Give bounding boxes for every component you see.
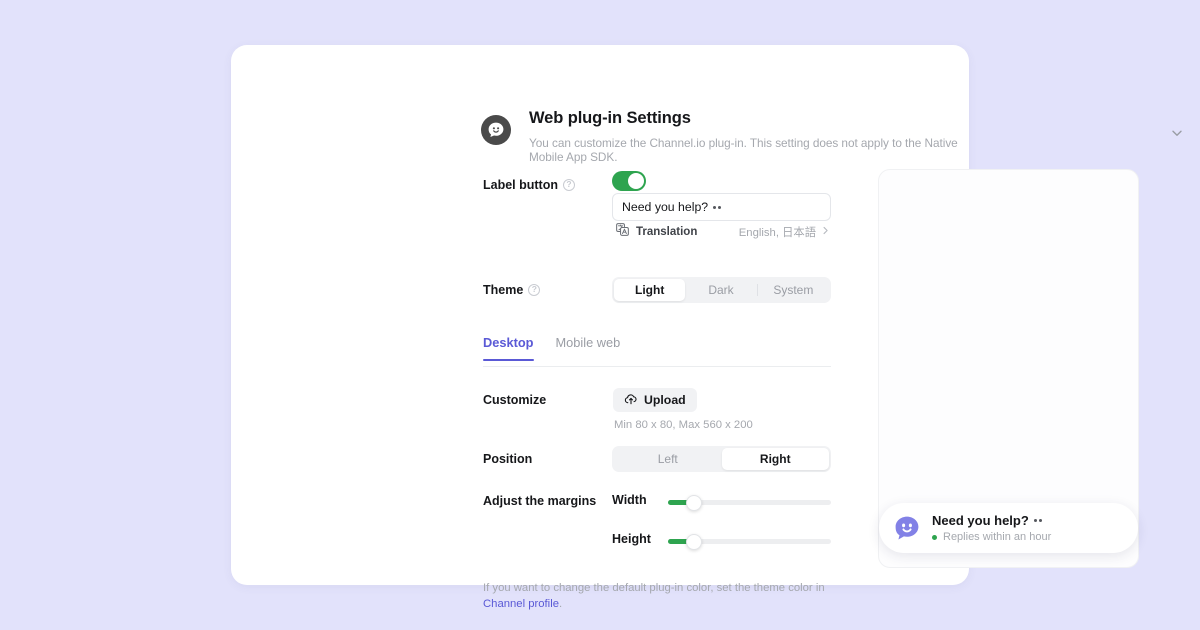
label-button-row-label: Label button ?: [483, 178, 575, 192]
upload-button-label: Upload: [644, 393, 686, 407]
online-status-dot-icon: [932, 534, 937, 540]
footer-note-text: If you want to change the default plug-i…: [483, 582, 825, 594]
label-button-input[interactable]: Need you help?: [612, 193, 831, 221]
width-slider-label: Width: [612, 493, 647, 507]
height-slider[interactable]: [668, 533, 831, 550]
width-slider-thumb[interactable]: [686, 494, 703, 511]
chat-bubble-face-icon: [893, 514, 921, 542]
translation-label: Translation: [636, 226, 698, 238]
height-slider-thumb[interactable]: [686, 533, 703, 550]
chat-status: Replies within an hour: [932, 531, 1051, 543]
position-option-left[interactable]: Left: [614, 448, 722, 470]
translation-value: English, 日本語: [738, 227, 816, 239]
toggle-knob: [628, 173, 644, 189]
footer-note: If you want to change the default plug-i…: [483, 580, 828, 612]
eyes-emoji-icon: [1033, 519, 1042, 522]
position-segmented-control: Left Right: [612, 446, 831, 472]
margins-row-label: Adjust the margins: [483, 494, 597, 508]
upload-size-hint: Min 80 x 80, Max 560 x 200: [614, 419, 753, 431]
page-background: Web plug-in Settings You can customize t…: [0, 0, 1200, 630]
theme-option-dark[interactable]: Dark: [685, 279, 756, 301]
chat-status-text: Replies within an hour: [943, 531, 1052, 543]
chat-title-text: Need you help?: [932, 513, 1029, 528]
translation-row[interactable]: Translation English, 日本語: [616, 223, 830, 241]
channel-talk-logo-icon: [481, 115, 511, 145]
channel-profile-link[interactable]: Channel profile: [483, 598, 559, 610]
upload-button[interactable]: Upload: [613, 388, 697, 412]
label-button-input-value: Need you help?: [622, 200, 709, 214]
settings-card: Web plug-in Settings You can customize t…: [231, 45, 1182, 610]
label-button-text: Label button: [483, 178, 558, 192]
help-circle-icon[interactable]: ?: [528, 284, 541, 296]
platform-tabs: Desktop Mobile web: [483, 335, 831, 367]
eyes-emoji-icon: [713, 205, 722, 209]
tab-desktop[interactable]: Desktop: [483, 335, 534, 361]
tab-mobile-web[interactable]: Mobile web: [556, 335, 621, 360]
width-slider[interactable]: [668, 494, 831, 511]
customize-row-label: Customize: [483, 393, 547, 407]
position-option-right[interactable]: Right: [721, 448, 829, 470]
theme-segmented-control: Light Dark System: [612, 277, 831, 303]
preview-chat-button[interactable]: Need you help? Replies within an hour: [879, 503, 1138, 553]
theme-label-text: Theme: [483, 283, 524, 297]
label-button-toggle[interactable]: [612, 171, 646, 191]
page-subtitle: You can customize the Channel.io plug-in…: [529, 136, 958, 164]
chevron-down-icon[interactable]: [1161, 117, 1193, 149]
theme-row-label: Theme ?: [483, 283, 541, 297]
chat-title: Need you help?: [932, 513, 1051, 528]
position-row-label: Position: [483, 452, 533, 466]
footer-note-period: .: [559, 598, 563, 610]
theme-option-system[interactable]: System: [758, 279, 829, 301]
page-title: Web plug-in Settings: [529, 109, 691, 127]
theme-option-light[interactable]: Light: [614, 279, 686, 301]
cloud-upload-icon: [624, 392, 638, 409]
translate-icon: [616, 223, 629, 241]
chevron-right-icon: [821, 226, 830, 238]
height-slider-label: Height: [612, 532, 651, 546]
help-circle-icon[interactable]: ?: [563, 179, 575, 191]
